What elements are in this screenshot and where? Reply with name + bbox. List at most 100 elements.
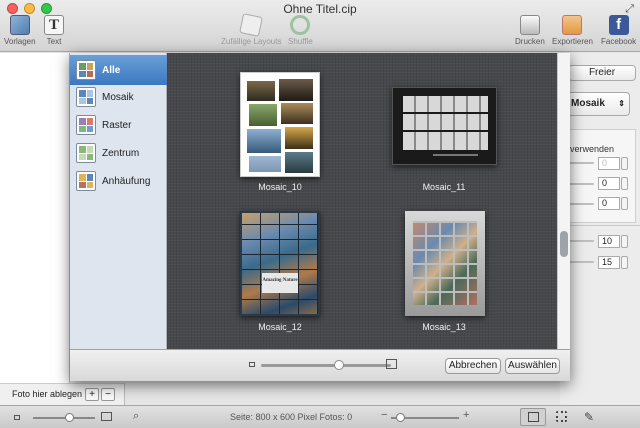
facebook-button[interactable]: f Facebook: [601, 15, 636, 46]
layout-view-button[interactable]: [520, 408, 546, 426]
window-toolbar: Ohne Titel.cip ⤢ Vorlagen T Text Zufälli…: [0, 0, 640, 52]
vorlagen-button[interactable]: Vorlagen: [4, 15, 36, 46]
category-label: Mosaik: [102, 91, 134, 103]
export-label: Exportieren: [552, 37, 593, 46]
zoom-icon[interactable]: ⌕: [133, 410, 139, 423]
inspector-panel: Freier Mosaik ⇕ verwenden 0 0 0 10 15: [560, 53, 640, 405]
page-zoom-slider[interactable]: [391, 413, 459, 422]
dialog-footer: Abbrechen Auswählen: [70, 349, 570, 381]
pencil-icon: ✎: [584, 410, 595, 424]
category-label: Anhäufung: [102, 175, 151, 187]
thumbnail-size-knob[interactable]: [334, 360, 344, 370]
large-photo-icon: [101, 412, 112, 421]
print-label: Drucken: [515, 37, 545, 46]
facebook-label: Facebook: [601, 37, 637, 46]
template-name: Mosaic_10: [258, 182, 302, 192]
category-anhaeufung[interactable]: Anhäufung: [70, 166, 167, 196]
field-1[interactable]: 0: [598, 157, 620, 170]
columns-slider[interactable]: [568, 240, 594, 242]
category-mosaik[interactable]: Mosaik: [70, 82, 167, 112]
mosaic-icon: [76, 87, 96, 107]
photo-drop-label: Foto hier ablegen: [12, 389, 83, 399]
random-layouts-label: Zufällige Layouts: [221, 37, 282, 46]
window-title: Ohne Titel.cip: [283, 2, 357, 16]
export-button[interactable]: Exportieren: [552, 15, 593, 46]
category-label: Zentrum: [102, 147, 140, 159]
add-photo-button[interactable]: +: [85, 388, 99, 401]
text-button[interactable]: T Text: [44, 15, 64, 46]
shuffle-label: Shuffle: [288, 37, 313, 46]
template-mosaic-13[interactable]: [405, 211, 485, 316]
layout-icon: [528, 412, 539, 422]
zoom-out-button[interactable]: −: [381, 409, 387, 421]
facebook-icon: f: [608, 15, 629, 35]
text-view-button[interactable]: ✎: [576, 408, 602, 426]
zoom-in-button[interactable]: +: [463, 409, 469, 421]
field-2[interactable]: 0: [598, 177, 620, 190]
template-mosaic-12[interactable]: Amazing Nature: [240, 211, 320, 316]
template-dialog: Alle Mosaik Raster Zentrum Anhäufung Mos…: [70, 53, 570, 381]
export-icon: [562, 15, 583, 35]
divider: [560, 225, 640, 226]
stepper-5[interactable]: [621, 256, 628, 269]
large-thumb-icon: [386, 359, 397, 369]
layout-select[interactable]: Mosaik ⇕: [566, 92, 630, 116]
field-3[interactable]: 0: [598, 197, 620, 210]
printer-icon: [519, 15, 540, 35]
template-text: Amazing Nature: [262, 273, 298, 293]
gear-icon: [556, 411, 567, 422]
field-5[interactable]: 15: [598, 256, 620, 269]
spacing-slider[interactable]: [568, 162, 594, 164]
templates-icon: [9, 15, 30, 35]
template-mosaic-10[interactable]: [240, 72, 320, 177]
template-name: Mosaic_11: [422, 182, 466, 192]
verwenden-label: verwenden: [570, 144, 615, 154]
scrollbar-thumb[interactable]: [560, 231, 568, 257]
thumbnail-size-slider[interactable]: [261, 360, 391, 370]
random-layouts-button[interactable]: Zufällige Layouts: [221, 13, 282, 46]
corner-slider[interactable]: [568, 203, 594, 205]
select-button[interactable]: Auswählen: [505, 358, 560, 374]
page-zoom-knob[interactable]: [396, 413, 406, 422]
remove-photo-button[interactable]: −: [101, 388, 115, 401]
shuffle-icon: [290, 15, 311, 35]
stepper-2[interactable]: [621, 177, 628, 190]
stepper-4[interactable]: [621, 235, 628, 248]
photo-drop-bar: Foto hier ablegen + −: [0, 383, 125, 405]
page-info: Seite: 800 x 600 Pixel Fotos: 0: [230, 412, 353, 422]
layout-select-value: Mosaik: [571, 98, 605, 109]
center-icon: [76, 143, 96, 163]
rows-slider[interactable]: [568, 261, 594, 263]
stepper-1[interactable]: [621, 157, 628, 170]
stepper-3[interactable]: [621, 197, 628, 210]
template-name: Mosaic_13: [422, 322, 466, 332]
print-button[interactable]: Drucken: [515, 15, 545, 46]
settings-view-button[interactable]: [549, 408, 575, 426]
pile-icon: [76, 171, 96, 191]
cancel-button[interactable]: Abbrechen: [445, 358, 501, 374]
grid-icon: [76, 115, 96, 135]
photo-browser: [0, 53, 70, 383]
vorlagen-label: Vorlagen: [4, 37, 36, 46]
select-arrows-icon: ⇕: [618, 99, 625, 108]
template-mosaic-11[interactable]: [392, 87, 497, 165]
photo-size-slider[interactable]: [33, 413, 95, 422]
text-label: Text: [46, 37, 62, 46]
all-templates-icon: [76, 60, 96, 80]
category-label: Raster: [102, 119, 132, 131]
freier-button[interactable]: Freier: [568, 65, 636, 81]
photo-size-knob[interactable]: [65, 413, 75, 422]
margin-slider[interactable]: [568, 183, 594, 185]
category-alle[interactable]: Alle: [70, 55, 167, 85]
category-raster[interactable]: Raster: [70, 110, 167, 140]
field-4[interactable]: 10: [598, 235, 620, 248]
canvas-scrollbar[interactable]: [557, 53, 570, 349]
shuffle-button[interactable]: Shuffle: [288, 15, 313, 46]
small-photo-icon: [14, 415, 20, 420]
template-name: Mosaic_12: [258, 322, 302, 332]
category-label: Alle: [102, 64, 121, 76]
template-canvas: Mosaic_10 Mosaic_11 Amazing Nature Mosai…: [167, 53, 570, 349]
category-zentrum[interactable]: Zentrum: [70, 138, 167, 168]
small-thumb-icon: [249, 362, 255, 367]
category-sidebar: Alle Mosaik Raster Zentrum Anhäufung: [70, 53, 167, 349]
